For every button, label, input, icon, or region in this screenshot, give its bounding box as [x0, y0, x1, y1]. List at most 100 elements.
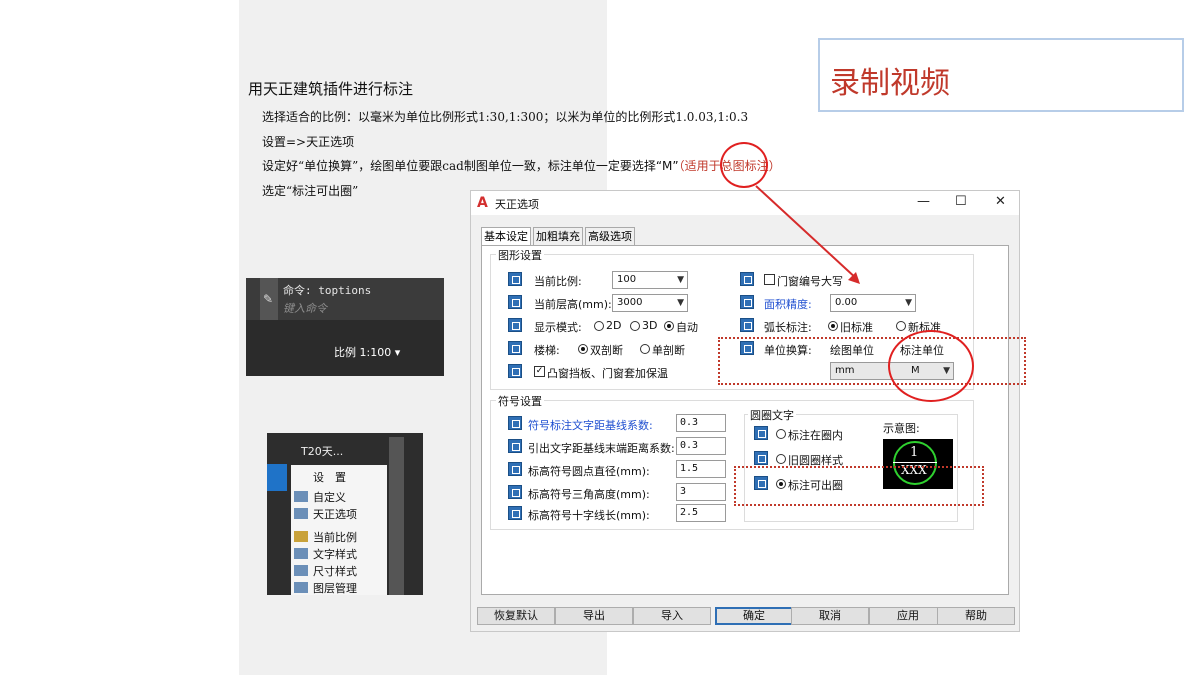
symbol-row-label-1: 符号标注文字距基线系数: — [528, 419, 653, 432]
height-combo[interactable]: 3000 ▼ — [612, 294, 688, 312]
tab-body: 图形设置 当前比例: 100 ▼ 当前层高(mm): 3000 ▼ 显示模式: 2D… — [481, 245, 1009, 595]
instruction-line-2: 设置=>天正选项 — [262, 135, 355, 149]
instruction-line-4: 选定“标注可出圈” — [262, 184, 359, 198]
radio-inside-label: 标注在圈内 — [788, 429, 843, 442]
scale-combo[interactable]: 100 ▼ — [612, 271, 688, 289]
tab-bold-fill[interactable]: 加粗填充 — [533, 227, 583, 246]
window-insul-icon — [508, 364, 522, 378]
area-precision-icon — [740, 295, 754, 309]
chevron-down-icon: ▼ — [677, 275, 684, 285]
export-button[interactable]: 导出 — [555, 607, 633, 625]
instruction-line-3-text: 设定好“单位换算”，绘图单位要跟cad制图单位一致，标注单位一定要选择 — [262, 159, 656, 173]
scale-value: 100 — [617, 274, 637, 285]
arc-label: 弧长标注: — [764, 321, 812, 334]
menu-item-settings[interactable]: 设 置 — [313, 469, 346, 485]
unit-highlight-box — [718, 337, 1026, 385]
radio-3d[interactable] — [630, 321, 640, 331]
dialog-title: 天正选项 — [495, 198, 539, 211]
slide-title: 用天正建筑插件进行标注 — [248, 80, 414, 98]
stair-icon — [508, 341, 522, 355]
group-graphic-title: 图形设置 — [496, 247, 544, 263]
symbol-row-value-5[interactable]: 2.5 — [676, 504, 726, 522]
tangent-options-dialog: A 天正选项 — ☐ ✕ 基本设定 加粗填充 高级选项 图形设置 当前比例: 1… — [470, 190, 1020, 632]
maximize-icon[interactable]: ☐ — [955, 194, 967, 209]
instruction-line-3: 设定好“单位换算”，绘图单位要跟cad制图单位一致，标注单位一定要选择“M”（适… — [262, 157, 781, 174]
circle-option-icon — [754, 451, 768, 465]
menu-item-scale[interactable]: 当前比例 — [313, 529, 357, 545]
symbol-row-label-5: 标高符号十字线长(mm): — [528, 509, 650, 522]
symbol-row-icon — [508, 439, 522, 453]
group-symbol-title: 符号设置 — [496, 393, 544, 409]
cancel-button[interactable]: 取消 — [791, 607, 869, 625]
record-video-label: 录制视频 — [830, 66, 950, 101]
wrench-icon: ✎ — [260, 278, 278, 320]
record-video-box[interactable]: 录制视频 — [818, 38, 1184, 112]
radio-2d-label: 2D — [606, 319, 622, 332]
radio-single-cut[interactable] — [640, 344, 650, 354]
area-combo[interactable]: 0.00 ▼ — [830, 294, 916, 312]
radio-auto[interactable] — [664, 321, 674, 331]
symbol-row-value-4[interactable]: 3 — [676, 483, 726, 501]
area-value: 0.00 — [835, 297, 858, 308]
unit-highlight-circle — [888, 330, 974, 402]
scale-setting-icon — [508, 272, 522, 286]
symbol-row-icon — [508, 506, 522, 520]
height-label: 当前层高(mm): — [534, 298, 612, 311]
t20-menu-screenshot: T20天... 设 置 自定义 天正选项 当前比例 文字样式 尺寸样式 图层管理 — [267, 433, 423, 595]
radio-single-cut-label: 单剖断 — [652, 344, 685, 357]
symbol-row-value-3[interactable]: 1.5 — [676, 460, 726, 478]
arc-length-icon — [740, 318, 754, 332]
symbol-row-label-4: 标高符号三角高度(mm): — [528, 488, 650, 501]
radio-double-cut[interactable] — [578, 344, 588, 354]
symbol-row-value-1[interactable]: 0.3 — [676, 414, 726, 432]
area-label: 面积精度: — [764, 298, 812, 311]
tab-basic[interactable]: 基本设定 — [481, 227, 531, 246]
autocad-logo-icon: A — [477, 195, 488, 211]
symbol-row-label-3: 标高符号圆点直径(mm): — [528, 465, 650, 478]
menu-item-options[interactable]: 天正选项 — [313, 506, 357, 522]
symbol-row-label-2: 引出文字距基线末端距离系数: — [528, 442, 675, 455]
ok-button[interactable]: 确定 — [715, 607, 793, 625]
radio-inside[interactable] — [776, 429, 786, 439]
tab-advanced[interactable]: 高级选项 — [585, 227, 635, 246]
menu-item-layer[interactable]: 图层管理 — [313, 580, 357, 595]
height-value: 3000 — [617, 297, 643, 308]
command-input[interactable]: 键入命令 — [283, 300, 327, 316]
restore-default-button[interactable]: 恢复默认 — [477, 607, 555, 625]
symbol-row-value-2[interactable]: 0.3 — [676, 437, 726, 455]
radio-old-circle[interactable] — [776, 454, 786, 464]
radio-new-standard[interactable] — [896, 321, 906, 331]
menu-item-custom[interactable]: 自定义 — [313, 489, 346, 505]
circle-option-icon — [754, 426, 768, 440]
t20-menu: 设 置 自定义 天正选项 当前比例 文字样式 尺寸样式 图层管理 — [291, 465, 387, 595]
group-circle-title: 圆圈文字 — [748, 407, 796, 423]
window-insul-checkbox[interactable]: ✓ — [534, 366, 545, 377]
window-insul-label: 凸窗挡板、门窗套加保温 — [547, 367, 668, 380]
menu-item-text-style[interactable]: 文字样式 — [313, 546, 357, 562]
text-style-icon — [294, 548, 308, 559]
help-button[interactable]: 帮助 — [937, 607, 1015, 625]
options-icon — [294, 508, 308, 519]
command-line-screenshot: ✎ 命令: toptions 键入命令 比例 1:100 ▾ — [246, 278, 444, 376]
menu-item-dim-style[interactable]: 尺寸样式 — [313, 563, 357, 579]
close-icon[interactable]: ✕ — [995, 194, 1006, 209]
radio-old-standard[interactable] — [828, 321, 838, 331]
display-label: 显示模式: — [534, 321, 582, 334]
circle-option-highlight-box — [734, 466, 984, 506]
radio-double-cut-label: 双剖断 — [590, 344, 623, 357]
minimize-icon[interactable]: — — [917, 194, 930, 209]
preview-number: 1 — [910, 445, 919, 460]
side-toolbar[interactable] — [389, 437, 404, 595]
chevron-down-icon: ▼ — [677, 298, 684, 308]
apply-button[interactable]: 应用 — [869, 607, 947, 625]
highlight-m: “M” — [655, 159, 679, 173]
stair-label: 楼梯: — [534, 344, 560, 357]
scale-indicator[interactable]: 比例 1:100 ▾ — [334, 344, 400, 360]
radio-auto-label: 自动 — [676, 321, 698, 334]
layer-icon — [294, 582, 308, 593]
radio-3d-label: 3D — [642, 319, 658, 332]
symbol-row-icon — [508, 485, 522, 499]
selection-marker — [267, 464, 287, 491]
radio-2d[interactable] — [594, 321, 604, 331]
import-button[interactable]: 导入 — [633, 607, 711, 625]
